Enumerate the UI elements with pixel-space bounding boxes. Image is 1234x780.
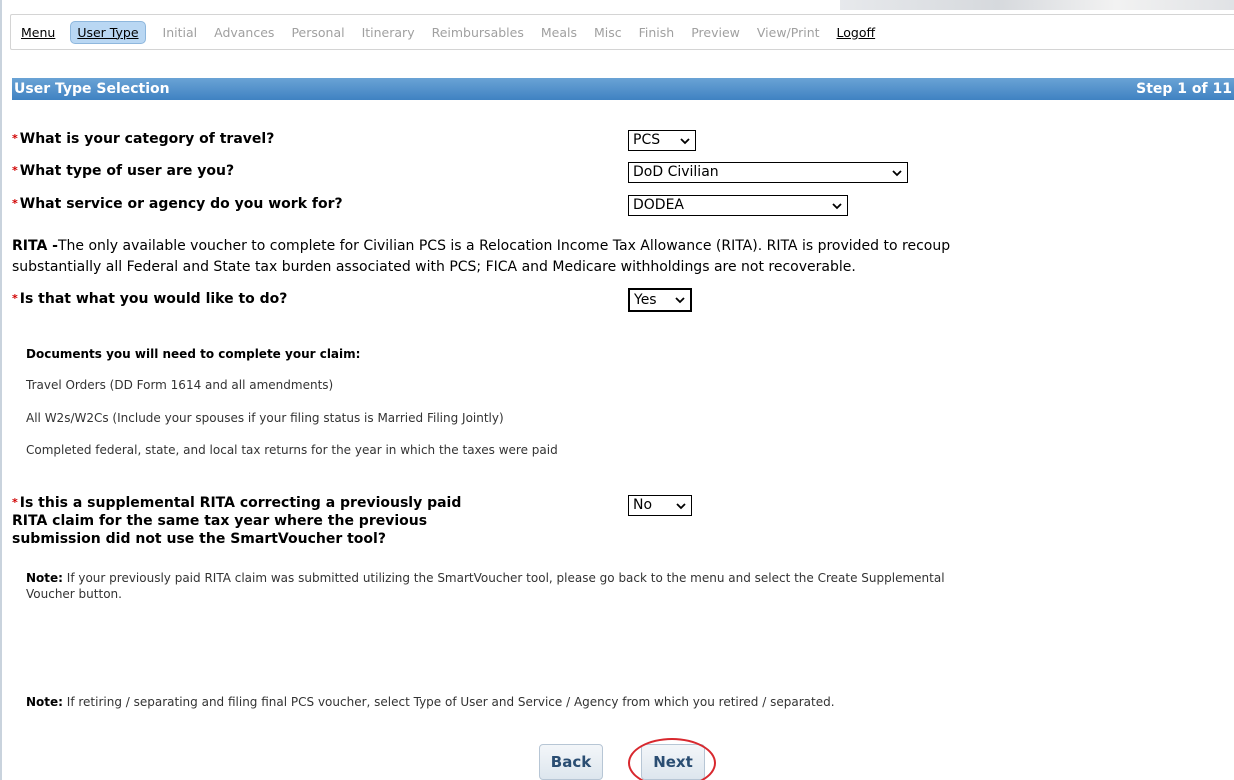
next-button[interactable]: Next: [641, 744, 705, 780]
question-agency-label: What service or agency do you work for?: [19, 196, 343, 212]
confirm-select[interactable]: Yes: [628, 288, 692, 312]
nav-initial: Initial: [162, 24, 198, 40]
section-title: User Type Selection: [14, 81, 170, 97]
banner-image: [840, 0, 1234, 10]
note-retiring: Note: If retiring / separating and filin…: [26, 694, 1216, 710]
note-supplemental-line-1: Note: If your previously paid RITA claim…: [26, 570, 1216, 586]
required-marker: *: [12, 197, 18, 210]
required-marker: *: [12, 496, 18, 509]
question-confirm: * Is that what you would like to do?: [12, 290, 287, 308]
user-type-select-value: DoD Civilian: [633, 164, 719, 180]
required-marker: *: [12, 164, 18, 177]
note-supplemental-text-1: If your previously paid RITA claim was s…: [62, 571, 945, 585]
rita-prefix: RITA -: [12, 238, 58, 254]
supplemental-select-value: No: [633, 497, 653, 513]
agency-select[interactable]: DODEA: [628, 195, 848, 216]
chevron-down-icon: [676, 502, 686, 509]
page: Menu User Type Initial Advances Personal…: [0, 0, 1234, 780]
question-confirm-label: Is that what you would like to do?: [19, 291, 288, 307]
chevron-down-icon: [832, 202, 842, 209]
category-select-value: PCS: [633, 132, 661, 148]
chevron-down-icon: [892, 169, 902, 176]
back-button[interactable]: Back: [539, 744, 603, 780]
note-label: Note:: [26, 571, 63, 585]
category-select[interactable]: PCS: [628, 130, 696, 151]
note-supplemental: Note: If your previously paid RITA claim…: [26, 570, 1216, 602]
nav-view-print: View/Print: [756, 24, 820, 40]
question-user-type: * What type of user are you?: [12, 162, 234, 180]
required-marker: *: [12, 292, 18, 305]
nav-user-type[interactable]: User Type: [70, 20, 146, 44]
document-item: Completed federal, state, and local tax …: [26, 443, 558, 457]
note-supplemental-text-2: Voucher button.: [26, 587, 122, 601]
user-type-select[interactable]: DoD Civilian: [628, 162, 908, 183]
left-border: [0, 0, 2, 780]
nav-itinerary: Itinerary: [361, 24, 415, 40]
confirm-select-value: Yes: [634, 291, 657, 308]
question-supplemental-label-1: Is this a supplemental RITA correcting a…: [19, 495, 462, 511]
question-supplemental-line-1: * Is this a supplemental RITA correcting …: [12, 494, 612, 512]
question-supplemental-label-3: submission did not use the SmartVoucher …: [12, 531, 386, 547]
question-category: * What is your category of travel?: [12, 130, 274, 148]
nav-finish: Finish: [638, 24, 675, 40]
rita-line-1: RITA -The only available voucher to comp…: [12, 236, 1232, 257]
document-item: All W2s/W2Cs (Include your spouses if yo…: [26, 411, 504, 425]
nav-reimbursables: Reimbursables: [431, 24, 524, 40]
nav-advances: Advances: [214, 24, 275, 40]
document-item: Travel Orders (DD Form 1614 and all amen…: [26, 378, 334, 392]
question-user-type-label: What type of user are you?: [19, 163, 235, 179]
question-category-label: What is your category of travel?: [19, 131, 275, 147]
question-supplemental-label-2: RITA claim for the same tax year where t…: [12, 513, 428, 529]
step-indicator: Step 1 of 11: [1136, 81, 1232, 97]
note-retiring-text: If retiring / separating and filing fina…: [62, 695, 835, 709]
nav-bar: Menu User Type Initial Advances Personal…: [10, 14, 1234, 50]
question-agency: * What service or agency do you work for?: [12, 195, 343, 213]
nav-meals: Meals: [540, 24, 577, 40]
nav-misc: Misc: [593, 24, 622, 40]
nav-preview: Preview: [691, 24, 740, 40]
nav-menu[interactable]: Menu: [21, 25, 55, 40]
supplemental-select[interactable]: No: [628, 495, 692, 516]
nav-personal: Personal: [291, 24, 345, 40]
nav-logoff[interactable]: Logoff: [837, 25, 876, 40]
chevron-down-icon: [680, 137, 690, 144]
question-supplemental: * Is this a supplemental RITA correcting …: [12, 494, 612, 548]
documents-title: Documents you will need to complete your…: [26, 347, 361, 361]
required-marker: *: [12, 132, 18, 145]
rita-description: RITA -The only available voucher to comp…: [12, 236, 1232, 278]
chevron-down-icon: [675, 297, 685, 304]
note-label: Note:: [26, 695, 63, 709]
rita-text-1: The only available voucher to complete f…: [57, 238, 951, 254]
rita-text-2: substantially all Federal and State tax …: [12, 259, 856, 275]
section-header: User Type Selection Step 1 of 11: [12, 78, 1234, 100]
agency-select-value: DODEA: [633, 197, 685, 213]
